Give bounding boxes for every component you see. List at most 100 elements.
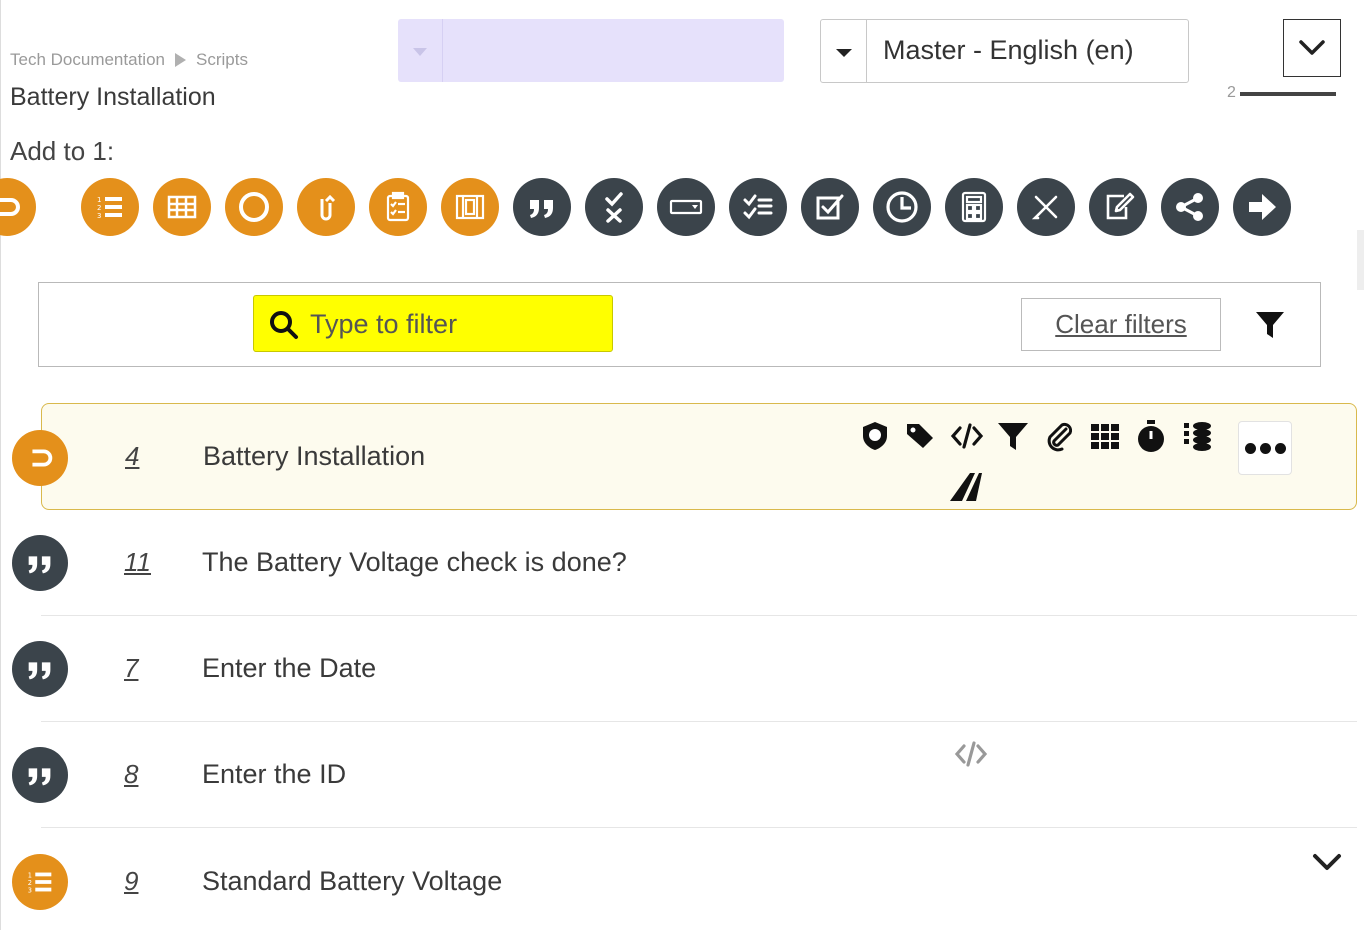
row-number[interactable]: 11 <box>124 547 151 578</box>
node-palette: 123 <box>0 178 1310 240</box>
numbered-list-icon: 123 <box>12 854 68 910</box>
funnel-icon <box>998 423 1028 450</box>
row-tool-tags[interactable] <box>903 418 939 454</box>
film-icon <box>455 194 485 220</box>
row-tool-grid[interactable] <box>1087 418 1123 454</box>
list-item[interactable]: 4 Battery Installation <box>12 403 1357 510</box>
filter-search-input[interactable] <box>310 304 600 344</box>
row-title: Battery Installation <box>203 441 426 471</box>
palette-clock[interactable] <box>873 178 931 236</box>
quote-icon <box>530 200 553 218</box>
palette-edit-form[interactable] <box>1089 178 1147 236</box>
palette-checklist[interactable] <box>729 178 787 236</box>
row-code-hint[interactable] <box>949 736 993 772</box>
palette-start-node[interactable] <box>0 178 36 236</box>
list-item[interactable]: 8 Enter the ID <box>12 722 1357 828</box>
quote-icon <box>12 641 68 697</box>
quote-icon <box>12 747 68 803</box>
language-select-value: Master - English (en) <box>883 35 1134 65</box>
table-icon <box>167 195 197 219</box>
checkbox-icon <box>816 194 844 220</box>
row-more-button[interactable] <box>1238 421 1292 475</box>
list-item[interactable]: 11 The Battery Voltage check is done? <box>12 510 1357 616</box>
row-title: The Battery Voltage check is done? <box>202 547 627 577</box>
loop-icon <box>320 194 336 221</box>
palette-arrow-right[interactable] <box>1233 178 1291 236</box>
row-number[interactable]: 9 <box>124 866 138 897</box>
row-tool-attachment[interactable] <box>1041 418 1077 454</box>
start-node-icon <box>0 198 20 216</box>
row-title: Enter the ID <box>202 759 347 789</box>
row-toolbar <box>857 416 1297 506</box>
row-number[interactable]: 8 <box>124 759 138 790</box>
row-title: Enter the Date <box>202 653 377 683</box>
shield-icon <box>863 422 887 450</box>
row-tool-timer[interactable] <box>1133 418 1169 454</box>
breadcrumb-current[interactable]: Scripts <box>196 50 248 70</box>
palette-checkbox[interactable] <box>801 178 859 236</box>
scrollbar[interactable] <box>1357 230 1364 290</box>
search-icon <box>270 311 298 339</box>
arrow-right-icon <box>1249 194 1276 220</box>
palette-film[interactable] <box>441 178 499 236</box>
pencil-ruler-icon <box>1031 195 1058 220</box>
code-icon <box>950 423 984 449</box>
list-item[interactable]: 7 Enter the Date <box>12 616 1357 722</box>
row-number[interactable]: 4 <box>125 441 139 472</box>
list-item[interactable]: 123 9 Standard Battery Voltage <box>12 828 1357 930</box>
zoom-slider[interactable] <box>1239 92 1336 96</box>
zoom-level: 2 <box>1227 84 1236 101</box>
palette-table[interactable] <box>153 178 211 236</box>
svg-text:3: 3 <box>28 886 32 894</box>
numbered-list-icon: 123 <box>97 196 122 220</box>
palette-share[interactable] <box>1161 178 1219 236</box>
version-select[interactable] <box>398 19 784 82</box>
clock-icon <box>886 191 918 223</box>
paperclip-icon <box>1047 422 1073 452</box>
palette-check-cross[interactable] <box>585 178 643 236</box>
edit-form-icon <box>1106 192 1135 220</box>
row-tool-code[interactable] <box>949 418 985 454</box>
row-tool-database[interactable] <box>1179 418 1215 454</box>
breadcrumb-separator-icon <box>174 53 186 67</box>
caret-down-icon <box>836 49 852 57</box>
row-tool-slashes[interactable] <box>947 468 983 504</box>
clear-filters-button[interactable]: Clear filters <box>1021 298 1221 351</box>
zoom-indicator[interactable]: 2 <box>1227 84 1336 102</box>
breadcrumb: Tech Documentation Scripts <box>10 50 248 70</box>
palette-circle[interactable] <box>225 178 283 236</box>
palette-numbered-list[interactable]: 123 <box>81 178 139 236</box>
palette-loop[interactable] <box>297 178 355 236</box>
grid-icon <box>1091 424 1119 449</box>
row-expand-button[interactable] <box>1311 852 1345 876</box>
funnel-icon <box>1256 312 1284 338</box>
row-tool-shield[interactable] <box>857 418 893 454</box>
stopwatch-icon <box>1138 420 1164 452</box>
palette-quote[interactable] <box>513 178 571 236</box>
add-to-label: Add to 1: <box>10 136 115 166</box>
svg-text:2: 2 <box>97 204 101 212</box>
language-select-toggle[interactable] <box>821 20 867 82</box>
svg-text:3: 3 <box>97 212 101 220</box>
palette-pencil-ruler[interactable] <box>1017 178 1075 236</box>
version-select-toggle[interactable] <box>398 19 443 82</box>
database-icon <box>1184 422 1211 451</box>
check-cross-icon <box>605 192 623 223</box>
filter-search-box[interactable] <box>253 295 613 352</box>
breadcrumb-root[interactable]: Tech Documentation <box>10 50 165 70</box>
filter-toggle-button[interactable] <box>1252 307 1288 343</box>
palette-calculator[interactable] <box>945 178 1003 236</box>
checklist-icon <box>743 194 773 220</box>
language-select[interactable]: Master - English (en) <box>820 19 1189 83</box>
caret-down-icon <box>413 48 427 56</box>
tags-icon <box>907 424 933 448</box>
palette-clipboard[interactable] <box>369 178 427 236</box>
row-number[interactable]: 7 <box>124 653 138 684</box>
code-icon <box>954 741 988 767</box>
calculator-icon <box>961 191 987 223</box>
svg-text:1: 1 <box>97 196 101 204</box>
row-tool-filter[interactable] <box>995 418 1031 454</box>
collapse-button[interactable] <box>1283 19 1341 77</box>
palette-dropdown-field[interactable] <box>657 178 715 236</box>
row-title: Standard Battery Voltage <box>202 866 503 896</box>
